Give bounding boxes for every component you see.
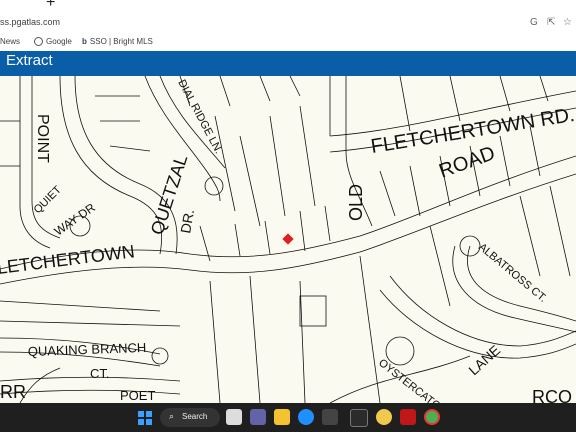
google-icon[interactable]: G: [530, 17, 538, 28]
taskbar-search[interactable]: ⌕ Search: [160, 408, 220, 427]
mcafee-icon[interactable]: [400, 409, 416, 425]
new-tab-button[interactable]: +: [46, 0, 55, 12]
map-label-quaking-branch: QUAKING BRANCH: [28, 340, 147, 359]
bookmark-google[interactable]: Google: [34, 37, 72, 46]
windows-taskbar: ⌕ Search: [0, 403, 576, 432]
bookmark-bright-mls[interactable]: b SSO | Bright MLS: [82, 37, 153, 46]
parcel-marker[interactable]: [282, 233, 294, 245]
url-field[interactable]: ss.pgatlas.com: [0, 17, 60, 27]
camera-icon[interactable]: [350, 409, 368, 427]
map-label-rr: RR: [0, 382, 26, 402]
map-label-lane: LANE: [465, 342, 503, 378]
map-label-albatross-ct: ALBATROSS CT.: [476, 241, 549, 305]
windows-start-icon[interactable]: [138, 411, 152, 425]
chrome-icon[interactable]: [424, 409, 440, 425]
map-label-way-dr: WAY DR: [52, 200, 98, 238]
bookmark-news[interactable]: News: [0, 37, 20, 46]
chrome-canary-icon[interactable]: [376, 409, 392, 425]
edge-icon[interactable]: [298, 409, 314, 425]
map-label-rco: RCO: [532, 387, 572, 403]
bright-mls-icon: b: [82, 37, 87, 46]
map-label-dr: DR.: [177, 208, 197, 235]
map-label-ct: CT.: [90, 366, 110, 381]
banner-title[interactable]: Extract: [6, 52, 53, 69]
browser-address-area: + ss.pgatlas.com G ⇱ ☆: [0, 0, 576, 32]
search-icon: ⌕: [169, 411, 175, 421]
share-icon[interactable]: ⇱: [547, 17, 555, 28]
map-label-quiet: QUIET: [32, 184, 64, 216]
extract-banner: Extract: [0, 51, 576, 76]
bookmark-news-label: News: [0, 37, 21, 46]
search-label: Search: [182, 412, 208, 421]
map-label-old: OLD: [346, 184, 366, 221]
bookmarks-bar: News Google b SSO | Bright MLS: [0, 33, 576, 51]
folder-icon[interactable]: [274, 409, 290, 425]
map-canvas[interactable]: FLETCHERTOWN RD. ROAD OLD POINT QUIET WA…: [0, 76, 576, 403]
bookmark-google-label: Google: [46, 37, 72, 46]
store-icon[interactable]: [322, 409, 338, 425]
file-explorer-icon[interactable]: [226, 409, 242, 425]
bookmark-star-icon[interactable]: ☆: [563, 17, 572, 28]
google-icon: [34, 37, 43, 46]
map-label-point: POINT: [34, 114, 51, 163]
bookmark-bright-mls-label: SSO | Bright MLS: [89, 37, 153, 46]
map-view[interactable]: FLETCHERTOWN RD. ROAD OLD POINT QUIET WA…: [0, 76, 576, 403]
map-label-road: ROAD: [436, 142, 498, 182]
map-label-poet: POET: [120, 388, 155, 403]
teams-icon[interactable]: [250, 409, 266, 425]
